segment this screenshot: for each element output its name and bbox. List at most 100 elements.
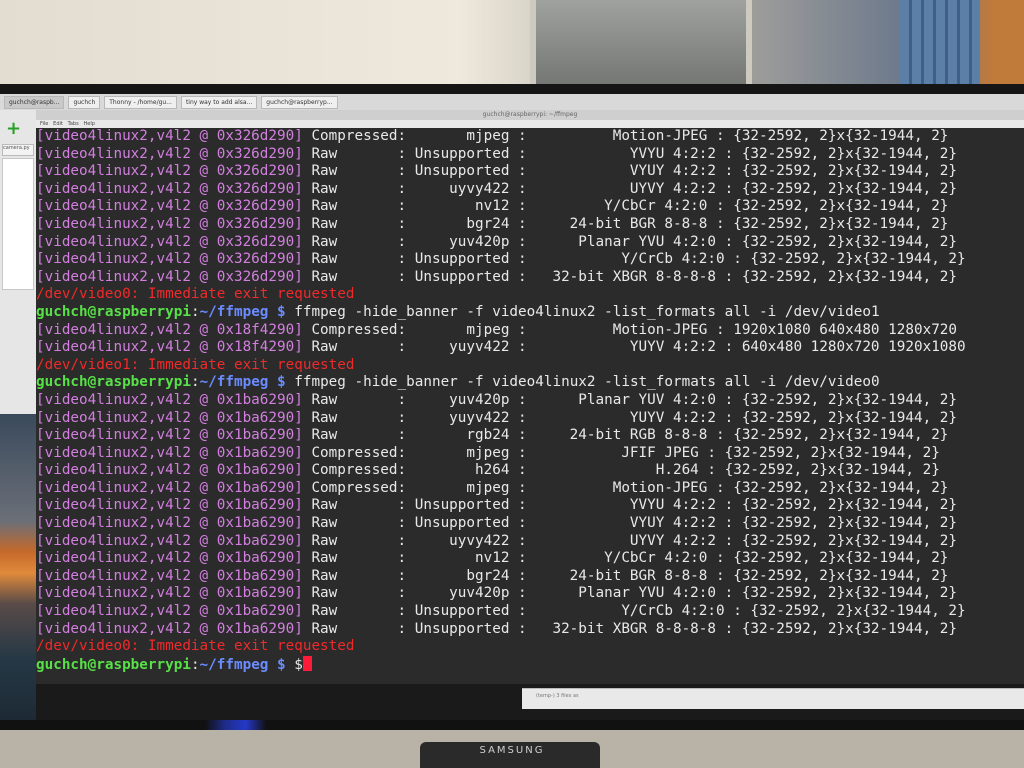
format-info: Raw : bgr24 : 24-bit BGR 8-8-8 : {32-259… [302,215,949,232]
menu-help[interactable]: Help [83,121,94,127]
terminal-line: guchch@raspberrypi:~/ffmpeg $ ffmpeg -hi… [36,374,1024,392]
format-info: Raw : Unsupported : 32-bit XBGR 8-8-8-8 … [302,620,958,637]
terminal-line: guchch@raspberrypi:~/ffmpeg $ $ [36,655,1024,674]
terminal-line: [video4linux2,v4l2 @ 0x326d290] Raw : Un… [36,269,1024,287]
format-info: Raw : uyvy422 : UYVY 4:2:2 : {32-2592, 2… [302,180,958,197]
terminal-line: [video4linux2,v4l2 @ 0x1ba6290] Compress… [36,445,1024,463]
log-tag: [video4linux2,v4l2 @ 0x1ba6290] [36,603,303,620]
terminal-line: [video4linux2,v4l2 @ 0x1ba6290] Raw : nv… [36,550,1024,568]
log-tag: [video4linux2,v4l2 @ 0x1ba6290] [36,550,303,567]
format-info: Raw : yuv420p : Planar YVU 4:2:0 : {32-2… [302,585,958,602]
terminal-line: [video4linux2,v4l2 @ 0x1ba6290] Raw : uy… [36,533,1024,551]
prompt-user: guchch@raspberrypi [36,656,191,673]
prompt-path: ~/ffmpeg [199,656,269,673]
terminal-line: [video4linux2,v4l2 @ 0x1ba6290] Raw : Un… [36,497,1024,515]
prompt-separator: : [190,656,200,673]
taskbar-item-folder[interactable]: guchch [68,95,101,109]
exit-message: /dev/video0: Immediate exit requested [36,638,355,655]
terminal-line: [video4linux2,v4l2 @ 0x18f4290] Compress… [36,322,1024,340]
log-tag: [video4linux2,v4l2 @ 0x1ba6290] [36,620,303,637]
format-info: Compressed: h264 : H.264 : {32-2592, 2}x… [302,462,940,479]
menu-file[interactable]: File [40,121,48,127]
terminal-line: /dev/video1: Immediate exit requested [36,357,1024,375]
log-tag: [video4linux2,v4l2 @ 0x1ba6290] [36,532,303,549]
log-tag: [video4linux2,v4l2 @ 0x1ba6290] [36,444,303,461]
terminal-line: [video4linux2,v4l2 @ 0x326d290] Raw : bg… [36,216,1024,234]
terminal-line: [video4linux2,v4l2 @ 0x1ba6290] Raw : Un… [36,515,1024,533]
desktop-wallpaper [0,414,36,720]
log-tag: [video4linux2,v4l2 @ 0x326d290] [36,215,303,232]
terminal-cursor [302,655,312,671]
menu-edit[interactable]: Edit [53,121,63,127]
format-info: Compressed: mjpeg : Motion-JPEG : 1920x1… [302,321,958,338]
prompt-separator: : [190,374,200,391]
terminal-output[interactable]: [video4linux2,v4l2 @ 0x326d290] Compress… [36,128,1024,684]
log-tag: [video4linux2,v4l2 @ 0x326d290] [36,180,303,197]
format-info: Raw : nv12 : Y/CbCr 4:2:0 : {32-2592, 2}… [302,198,949,215]
log-tag: [video4linux2,v4l2 @ 0x326d290] [36,163,303,180]
editor-tab[interactable]: camera.py [2,144,34,156]
prompt-symbol: $ [268,303,295,320]
command-text: ffmpeg -hide_banner -f video4linux2 -lis… [294,303,880,320]
terminal-line: [video4linux2,v4l2 @ 0x1ba6290] Raw : yu… [36,585,1024,603]
log-tag: [video4linux2,v4l2 @ 0x326d290] [36,198,303,215]
monitor-screen: guchch@raspb... guchch Thonny - /home/gu… [0,94,1024,720]
format-info: Raw : uyvy422 : UYVY 4:2:2 : {32-2592, 2… [302,532,958,549]
command-text: ffmpeg -hide_banner -f video4linux2 -lis… [294,374,880,391]
new-file-icon[interactable]: + [6,118,21,139]
format-info: Raw : Unsupported : VYUY 4:2:2 : {32-259… [302,163,958,180]
prompt-user: guchch@raspberrypi [36,374,191,391]
format-info: Raw : Unsupported : Y/CrCb 4:2:0 : {32-2… [302,251,966,268]
log-tag: [video4linux2,v4l2 @ 0x18f4290] [36,321,303,338]
window-blinds [900,0,980,92]
terminal-menubar: File Edit Tabs Help [36,120,1024,128]
log-tag: [video4linux2,v4l2 @ 0x1ba6290] [36,409,303,426]
format-info: Raw : yuyv422 : YUYV 4:2:2 : {32-2592, 2… [302,409,958,426]
log-tag: [video4linux2,v4l2 @ 0x326d290] [36,128,303,144]
taskbar-item-browser[interactable]: tiny way to add alsa... [180,95,258,109]
log-tag: [video4linux2,v4l2 @ 0x1ba6290] [36,391,303,408]
taskbar-item-thonny[interactable]: Thonny - /home/gu... [104,95,177,109]
format-info: Raw : Unsupported : YVYU 4:2:2 : {32-259… [302,497,958,514]
log-tag: [video4linux2,v4l2 @ 0x326d290] [36,251,303,268]
exit-message: /dev/video0: Immediate exit requested [36,286,355,303]
taskbar-item-terminal-2[interactable]: guchch@raspberryp... [261,95,338,109]
terminal-line: [video4linux2,v4l2 @ 0x1ba6290] Compress… [36,480,1024,498]
format-info: Raw : rgb24 : 24-bit RGB 8-8-8 : {32-259… [302,427,949,444]
format-info: Raw : Unsupported : 32-bit XBGR 8-8-8-8 … [302,268,958,285]
terminal-line: [video4linux2,v4l2 @ 0x1ba6290] Compress… [36,462,1024,480]
format-info: Raw : bgr24 : 24-bit BGR 8-8-8 : {32-259… [302,567,949,584]
monitor-brand-label: SAMSUNG [479,745,545,756]
menu-tabs[interactable]: Tabs [68,121,79,127]
terminal-line: [video4linux2,v4l2 @ 0x1ba6290] Raw : bg… [36,568,1024,586]
terminal-line: [video4linux2,v4l2 @ 0x18f4290] Raw : yu… [36,339,1024,357]
exit-message: /dev/video1: Immediate exit requested [36,356,355,373]
terminal-line: [video4linux2,v4l2 @ 0x1ba6290] Raw : yu… [36,410,1024,428]
log-tag: [video4linux2,v4l2 @ 0x1ba6290] [36,497,303,514]
terminal-line: [video4linux2,v4l2 @ 0x1ba6290] Raw : rg… [36,427,1024,445]
terminal-line: [video4linux2,v4l2 @ 0x1ba6290] Raw : Un… [36,603,1024,621]
log-tag: [video4linux2,v4l2 @ 0x18f4290] [36,339,303,356]
terminal-line: [video4linux2,v4l2 @ 0x326d290] Raw : Un… [36,146,1024,164]
format-info: Raw : yuv420p : Planar YUV 4:2:0 : {32-2… [302,391,958,408]
terminal-titlebar: guchch@raspberrypi: ~/ffmpeg [36,110,1024,120]
terminal-line: [video4linux2,v4l2 @ 0x326d290] Raw : yu… [36,234,1024,252]
monitor-bottom-edge [0,720,1024,730]
format-info: Compressed: mjpeg : Motion-JPEG : {32-25… [302,128,949,144]
log-tag: [video4linux2,v4l2 @ 0x1ba6290] [36,515,303,532]
prompt-symbol: $ [268,374,295,391]
format-info: Raw : Unsupported : YVYU 4:2:2 : {32-259… [302,145,958,162]
terminal-line: [video4linux2,v4l2 @ 0x326d290] Raw : uy… [36,181,1024,199]
terminal-line: /dev/video0: Immediate exit requested [36,286,1024,304]
prompt-separator: : [190,303,200,320]
desktop-taskbar: guchch@raspb... guchch Thonny - /home/gu… [0,94,1024,110]
prompt-user: guchch@raspberrypi [36,303,191,320]
prompt-path: ~/ffmpeg [199,374,269,391]
log-tag: [video4linux2,v4l2 @ 0x1ba6290] [36,585,303,602]
terminal-line: [video4linux2,v4l2 @ 0x326d290] Raw : Un… [36,251,1024,269]
taskbar-item-terminal-1[interactable]: guchch@raspb... [4,95,65,109]
log-tag: [video4linux2,v4l2 @ 0x1ba6290] [36,479,303,496]
file-list-panel [2,158,34,290]
prompt-symbol: $ [268,656,295,673]
format-info: Raw : yuv420p : Planar YVU 4:2:0 : {32-2… [302,233,958,250]
